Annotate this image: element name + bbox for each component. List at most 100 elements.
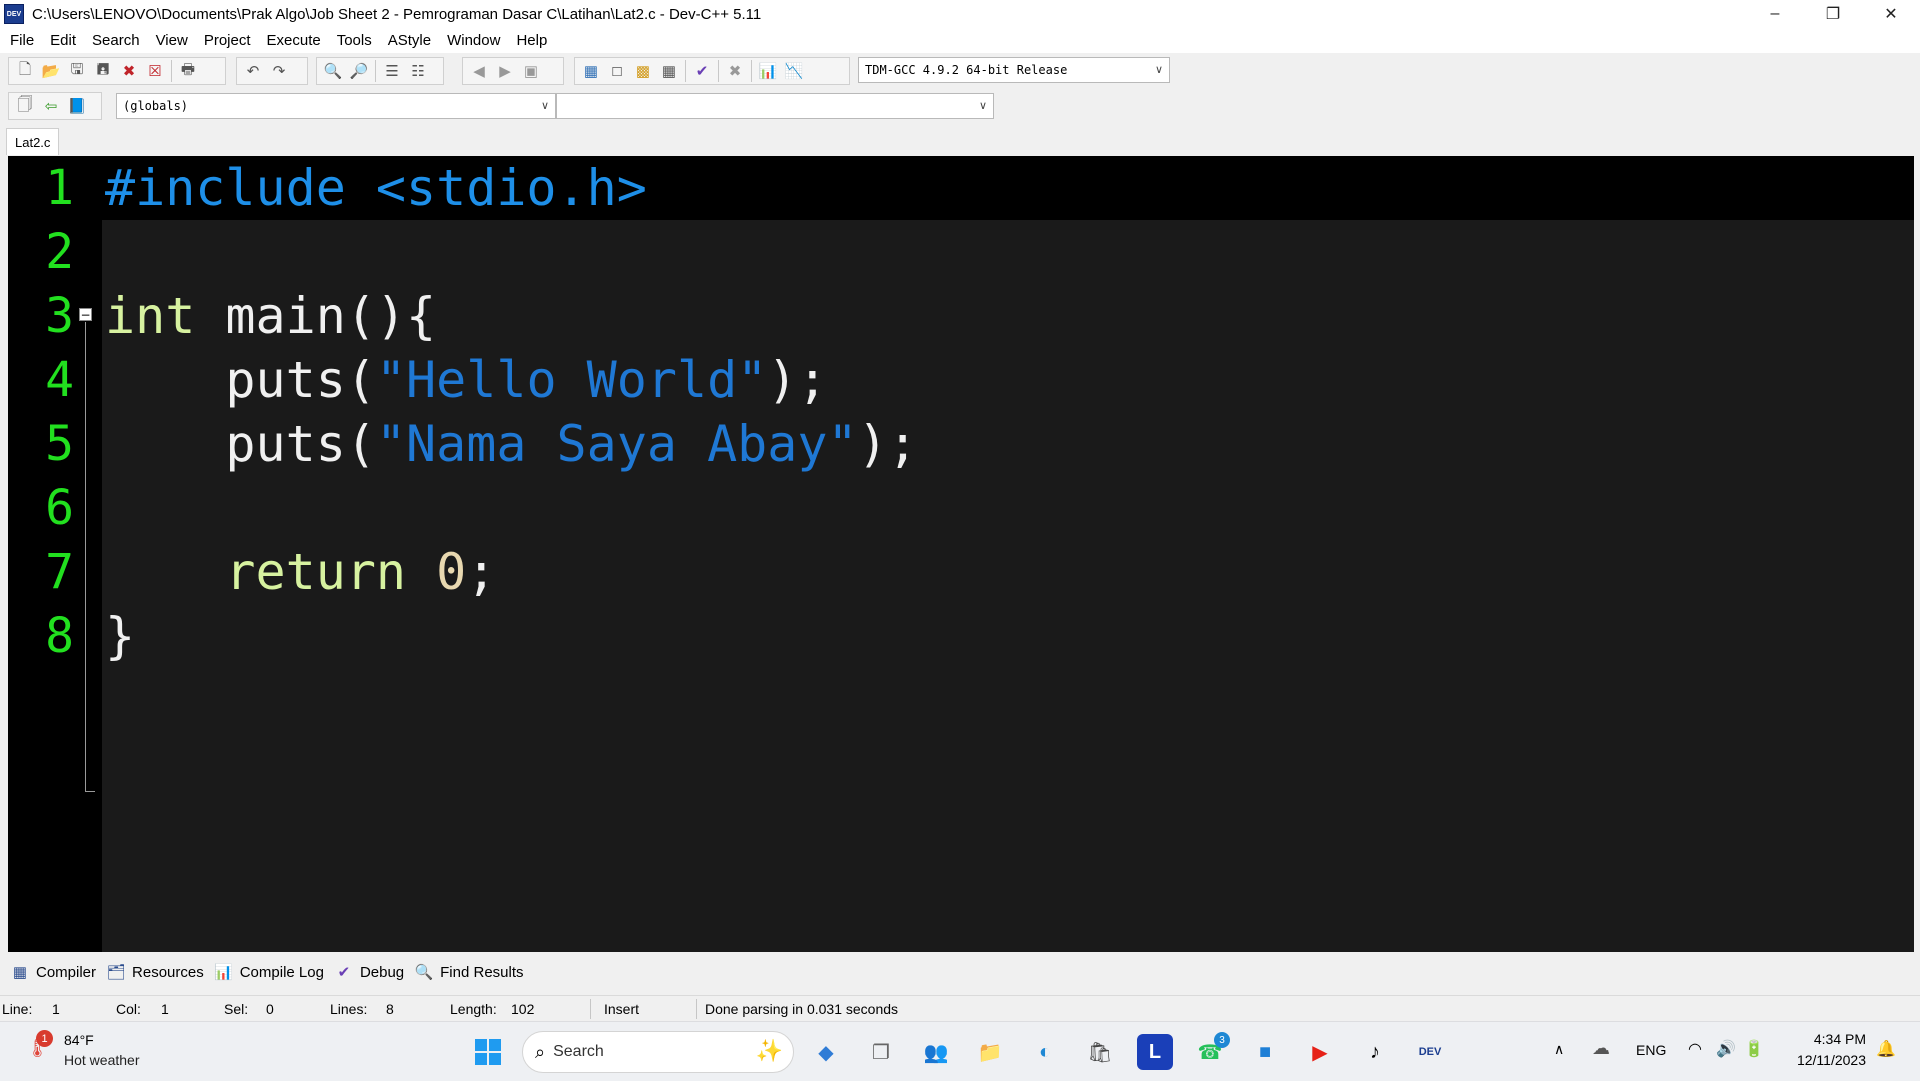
toolbar-separator — [375, 60, 376, 82]
class-toolbar: 🗍 ⇦ 📘 (globals) ∨ ∨ — [0, 88, 1920, 124]
tab-label: Find Results — [440, 963, 524, 981]
undo-icon[interactable]: ↶ — [240, 58, 266, 84]
devcpp-app-icon[interactable]: DEV — [4, 4, 24, 24]
search-icon: ⌕ — [535, 1041, 546, 1062]
stop-execution-icon[interactable]: ✖ — [722, 58, 748, 84]
menu-search[interactable]: Search — [84, 32, 148, 49]
line-number: 3 — [45, 288, 74, 344]
line-number: 1 — [45, 160, 74, 216]
windows-start-icon[interactable] — [470, 1034, 506, 1070]
code-line: 4 puts("Hello World"); — [8, 348, 1914, 412]
redo-icon[interactable]: ↷ — [266, 58, 292, 84]
tab-label: Compile Log — [239, 963, 324, 981]
file-explorer-icon[interactable]: 📁 — [972, 1034, 1008, 1070]
profile-chart-icon[interactable]: 📊 — [755, 58, 781, 84]
syntax-check-icon[interactable]: ✔ — [689, 58, 715, 84]
close-file-icon[interactable]: ✖ — [116, 58, 142, 84]
taskbar-search[interactable]: ⌕ Search ✨ — [522, 1031, 794, 1073]
goto-back-icon[interactable]: ◀ — [466, 58, 492, 84]
indent-icon[interactable]: ☰ — [379, 58, 405, 84]
menu-view[interactable]: View — [148, 32, 196, 49]
notification-bell-icon[interactable]: 🔔 — [1876, 1039, 1896, 1059]
function-select[interactable]: ∨ — [556, 93, 994, 119]
goto-forward-icon[interactable]: ▶ — [492, 58, 518, 84]
file-toolbar: 🗋 📂 🖫 🖪 ✖ ☒ 🖶 — [8, 57, 226, 85]
bookmark-icon[interactable]: ▣ — [518, 58, 544, 84]
code-line: 6 — [8, 476, 1914, 540]
chevron-up-icon[interactable]: ∧ — [1554, 1041, 1564, 1058]
volume-icon[interactable]: 🔊 — [1716, 1039, 1736, 1059]
youtube-icon[interactable]: ▶ — [1302, 1034, 1338, 1070]
notes-app-icon[interactable]: ■ — [1247, 1034, 1283, 1070]
save-all-icon[interactable]: 🖪 — [90, 58, 116, 84]
close-button[interactable]: ✕ — [1862, 0, 1920, 28]
compile-icon[interactable]: ▦ — [578, 58, 604, 84]
code-text[interactable]: int main(){ — [105, 284, 436, 348]
whatsapp-icon[interactable]: ☎ 3 — [1192, 1032, 1230, 1070]
compile-run-icon[interactable]: ▩ — [630, 58, 656, 84]
menu-tools[interactable]: Tools — [329, 32, 380, 49]
minimize-button[interactable]: – — [1746, 0, 1804, 28]
clock-date[interactable]: 12/11/2023 — [1786, 1052, 1866, 1068]
insert-code-icon[interactable]: ⇦ — [38, 93, 64, 119]
unindent-icon[interactable]: ☷ — [405, 58, 431, 84]
tab-debug[interactable]: ✔ Debug — [334, 962, 405, 982]
delete-profile-icon[interactable]: 📉 — [781, 58, 807, 84]
task-view-icon[interactable]: ❐ — [863, 1034, 899, 1070]
close-all-icon[interactable]: ☒ — [142, 58, 168, 84]
language-indicator[interactable]: ENG — [1636, 1042, 1666, 1058]
l-app-icon[interactable]: L — [1137, 1034, 1173, 1070]
teams-icon[interactable]: 👥 — [918, 1034, 954, 1070]
menu-execute[interactable]: Execute — [259, 32, 329, 49]
code-editor[interactable]: 1 #include <stdio.h> 2 3 int main(){ 4 p… — [8, 156, 1914, 952]
weather-temp: 84°F — [64, 1032, 94, 1048]
code-text[interactable]: } — [105, 604, 135, 668]
tab-lat2-c[interactable]: Lat2.c — [6, 128, 60, 155]
status-separator — [590, 999, 591, 1019]
open-file-icon[interactable]: 📂 — [38, 58, 64, 84]
build-toolbar: ▦ □ ▩ ▦ ✔ ✖ 📊 📉 — [574, 57, 850, 85]
tab-compiler[interactable]: ▦ Compiler — [10, 962, 96, 982]
clock-time[interactable]: 4:34 PM — [1786, 1031, 1866, 1047]
number-token: 0 — [436, 543, 467, 601]
menu-project[interactable]: Project — [196, 32, 259, 49]
code-text[interactable]: return 0; — [105, 540, 496, 604]
restore-button[interactable]: ❐ — [1804, 0, 1862, 28]
run-icon[interactable]: □ — [604, 58, 630, 84]
rebuild-all-icon[interactable]: ▦ — [656, 58, 682, 84]
menu-astyle[interactable]: AStyle — [380, 32, 439, 49]
code-text[interactable]: puts("Hello World"); — [105, 348, 827, 412]
onedrive-cloud-icon[interactable]: ☁ — [1592, 1038, 1610, 1059]
fold-collapse-icon[interactable]: − — [79, 308, 92, 321]
save-icon[interactable]: 🖫 — [64, 58, 90, 84]
code-text[interactable]: #include <stdio.h> — [105, 156, 647, 220]
find-icon[interactable]: 🔍 — [320, 58, 346, 84]
microsoft-store-icon[interactable]: 🛍 — [1082, 1034, 1118, 1070]
tab-resources[interactable]: 🗂 Resources — [106, 962, 203, 982]
toggle-class-browser-icon[interactable]: 📘 — [64, 93, 90, 119]
scope-select[interactable]: (globals) ∨ — [116, 93, 556, 119]
menu-file[interactable]: File — [0, 32, 42, 49]
menu-edit[interactable]: Edit — [42, 32, 84, 49]
status-col-label: Col: — [116, 1001, 141, 1017]
compiler-select[interactable]: TDM-GCC 4.9.2 64-bit Release ∨ — [858, 57, 1170, 83]
devcpp-taskbar-icon[interactable]: DEV — [1412, 1034, 1448, 1070]
weather-widget[interactable]: 🌡 1 84°F Hot weather — [22, 1028, 162, 1074]
edge-browser-icon[interactable]: ◐ — [1027, 1034, 1063, 1070]
tiktok-icon[interactable]: ♪ — [1357, 1034, 1393, 1070]
battery-icon[interactable]: 🔋 — [1744, 1039, 1764, 1059]
new-file-icon[interactable]: 🗋 — [12, 58, 38, 84]
line-number: 6 — [45, 480, 74, 536]
wifi-icon[interactable]: ◠ — [1688, 1039, 1702, 1059]
code-text[interactable]: puts("Nama Saya Abay"); — [105, 412, 917, 476]
code-line: 1 #include <stdio.h> — [8, 156, 1914, 220]
new-project-icon[interactable]: 🗍 — [12, 93, 38, 119]
copilot-icon[interactable]: ◆ — [808, 1034, 844, 1070]
tab-find-results[interactable]: 🔍 Find Results — [414, 962, 524, 982]
menu-help[interactable]: Help — [508, 32, 555, 49]
menu-window[interactable]: Window — [439, 32, 508, 49]
status-mode: Insert — [604, 1001, 640, 1017]
print-icon[interactable]: 🖶 — [175, 58, 201, 84]
replace-icon[interactable]: 🔎 — [346, 58, 372, 84]
tab-compile-log[interactable]: 📊 Compile Log — [214, 962, 324, 982]
